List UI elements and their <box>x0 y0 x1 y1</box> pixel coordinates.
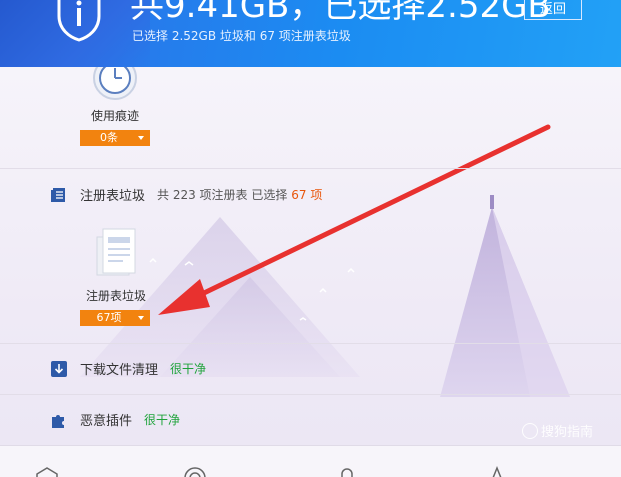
registry-desc-prefix: 共 223 项注册表 已选择 <box>157 188 288 202</box>
rocket-icon[interactable] <box>484 464 510 477</box>
target-icon[interactable] <box>182 464 208 477</box>
plugins-section-title: 恶意插件 <box>80 414 133 429</box>
toolbox-icon[interactable] <box>34 464 60 477</box>
download-icon <box>51 360 67 377</box>
registry-section-header[interactable]: 注册表垃圾 共 223 项注册表 已选择 67 项 <box>50 185 322 204</box>
registry-junk-item[interactable]: 注册表垃圾 67项 <box>80 227 152 326</box>
usage-traces-label: 使用痕迹 <box>90 109 139 123</box>
usage-traces-item[interactable]: 使用痕迹 0条 <box>80 67 150 146</box>
bottom-toolbar <box>0 445 621 477</box>
scan-results-panel: 使用痕迹 0条 注册表垃圾 共 223 项注册表 已选择 67 项 注册表垃圾 … <box>0 67 621 477</box>
downloads-section-title: 下载文件清理 <box>80 363 159 378</box>
dropdown-arrow-icon <box>138 136 144 140</box>
page-title: 共9.41GB，已选择2.52GB <box>130 0 551 26</box>
divider <box>0 168 621 169</box>
dropdown-arrow-icon <box>138 316 144 320</box>
registry-section-title: 注册表垃圾 <box>80 189 146 204</box>
downloads-section-header[interactable]: 下载文件清理 很干净 <box>50 359 206 378</box>
page-subtitle: 已选择 2.52GB 垃圾和 67 项注册表垃圾 <box>132 29 351 43</box>
lock-icon[interactable] <box>334 464 360 477</box>
downloads-status: 很干净 <box>170 362 207 376</box>
registry-section-desc: 共 223 项注册表 已选择 67 项 <box>157 186 322 203</box>
divider <box>0 343 621 344</box>
registry-list-icon <box>51 187 65 202</box>
shield-icon <box>57 0 101 42</box>
back-button[interactable]: 返回 <box>524 0 582 20</box>
divider <box>0 394 621 395</box>
watermark: 搜狗指南 <box>522 421 593 440</box>
registry-desc-count: 67 <box>291 188 307 202</box>
header: 共9.41GB，已选择2.52GB 已选择 2.52GB 垃圾和 67 项注册表… <box>0 0 621 67</box>
watermark-text: 搜狗指南 <box>541 425 594 440</box>
watermark-logo-icon <box>522 422 538 439</box>
document-icon <box>96 228 136 276</box>
registry-junk-label: 注册表垃圾 <box>85 289 146 303</box>
puzzle-icon <box>52 414 64 428</box>
plugins-status: 很干净 <box>144 413 181 427</box>
registry-count-dropdown[interactable]: 67项 <box>80 310 150 326</box>
clock-icon <box>93 67 137 100</box>
plugins-section-header[interactable]: 恶意插件 很干净 <box>50 410 180 429</box>
usage-traces-count: 0条 <box>100 131 118 144</box>
registry-desc-suffix: 项 <box>310 188 323 202</box>
usage-traces-count-dropdown[interactable]: 0条 <box>80 130 150 146</box>
registry-count: 67项 <box>96 311 122 324</box>
